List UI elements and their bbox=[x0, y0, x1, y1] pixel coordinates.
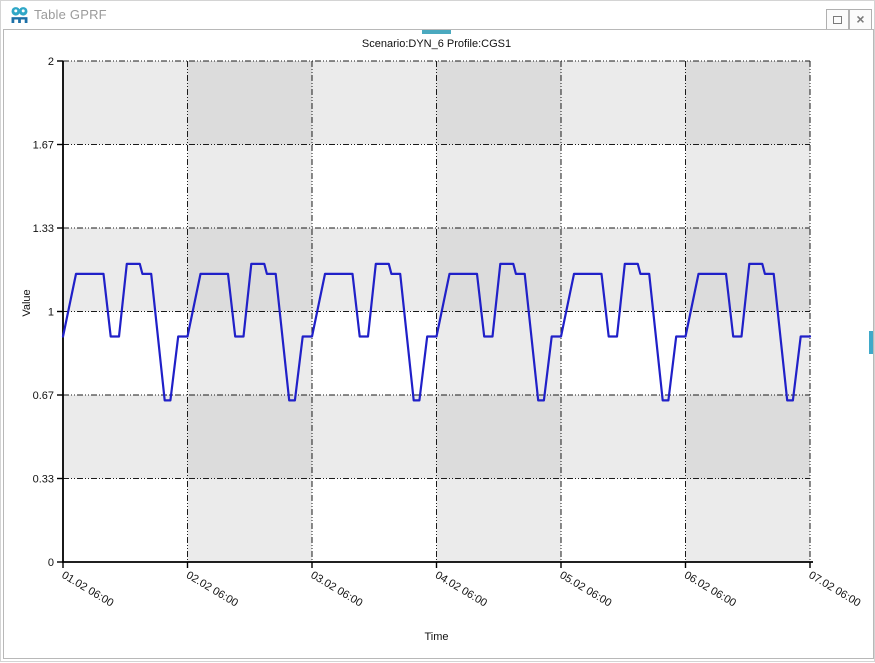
band-cell bbox=[188, 145, 313, 229]
x-tick-label: 02.02 06:00 bbox=[184, 569, 240, 609]
y-tick-label: 0 bbox=[48, 557, 54, 569]
band-cell bbox=[437, 395, 562, 479]
y-tick-label: 0.33 bbox=[33, 474, 54, 486]
band-cell bbox=[686, 61, 811, 145]
band-cell bbox=[188, 312, 313, 396]
x-tick-label: 03.02 06:00 bbox=[308, 569, 364, 609]
y-tick-label: 1.33 bbox=[33, 223, 54, 235]
y-tick-label: 1 bbox=[48, 307, 54, 319]
band-cell bbox=[63, 61, 188, 145]
x-tick-label: 04.02 06:00 bbox=[433, 569, 489, 609]
band-cell bbox=[686, 312, 811, 396]
y-tick-label: 2 bbox=[48, 56, 54, 68]
x-tick-label: 05.02 06:00 bbox=[557, 569, 613, 609]
band-cell bbox=[437, 145, 562, 229]
window: Table GPRF × Scenario:DYN_6 Profile:CGS1… bbox=[0, 0, 875, 662]
band-cell bbox=[561, 61, 686, 145]
band-cell bbox=[437, 312, 562, 396]
band-cell bbox=[686, 145, 811, 229]
band-cell bbox=[437, 479, 562, 563]
x-tick-labels: 01.02 06:00 02.02 06:00 03.02 06:00 04.02 0… bbox=[59, 569, 862, 609]
x-tick-label: 06.02 06:00 bbox=[682, 569, 738, 609]
band-cell bbox=[188, 479, 313, 563]
y-tick-label: 1.67 bbox=[33, 140, 54, 152]
band-cell bbox=[686, 479, 811, 563]
band-cell bbox=[312, 61, 437, 145]
band-cell bbox=[561, 395, 686, 479]
band-cell bbox=[188, 395, 313, 479]
chart-canvas[interactable]: 2 1.67 1.33 1 0.67 0.33 0 01.02 06:00 02.02 06:0… bbox=[1, 1, 875, 663]
y-tick-labels: 2 1.67 1.33 1 0.67 0.33 0 bbox=[33, 56, 54, 569]
band-cell bbox=[437, 61, 562, 145]
band-cell bbox=[686, 395, 811, 479]
band-cell bbox=[312, 395, 437, 479]
band-cell bbox=[63, 395, 188, 479]
band-cell bbox=[188, 61, 313, 145]
x-tick-label: 01.02 06:00 bbox=[59, 569, 115, 609]
y-tick-label: 0.67 bbox=[33, 390, 54, 402]
x-tick-label: 07.02 06:00 bbox=[806, 569, 862, 609]
